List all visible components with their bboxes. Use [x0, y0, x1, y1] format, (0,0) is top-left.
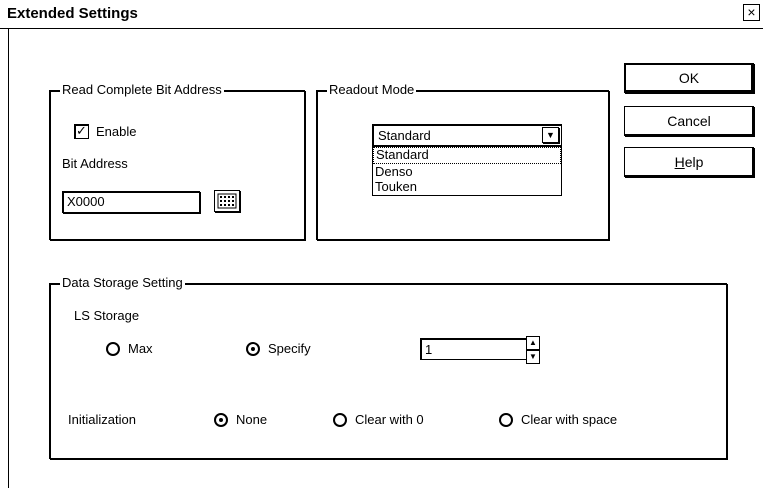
- keypad-icon: [217, 193, 237, 209]
- clear-with-0-radio[interactable]: [333, 413, 347, 427]
- specify-radio[interactable]: [246, 342, 260, 356]
- help-label: Help: [674, 154, 704, 170]
- clear-with-space-label: Clear with space: [521, 412, 618, 427]
- help-button[interactable]: Help: [624, 147, 754, 177]
- max-label: Max: [128, 341, 153, 356]
- radio-dot-icon: [251, 347, 255, 351]
- window-title: Extended Settings: [7, 5, 138, 22]
- spin-up-button[interactable]: ▲: [526, 336, 540, 350]
- readout-mode-select[interactable]: Standard ▼: [372, 124, 562, 146]
- dropdown-arrow-button[interactable]: ▼: [542, 127, 559, 143]
- ls-storage-label: LS Storage: [74, 308, 140, 323]
- enable-label: Enable: [96, 124, 137, 139]
- spin-down-button[interactable]: ▼: [526, 350, 540, 364]
- readout-mode-group: Readout Mode Standard ▼ Standard Denso T…: [316, 82, 609, 240]
- bit-address-value: X0000: [67, 194, 105, 209]
- dropdown-option-standard[interactable]: Standard: [373, 147, 561, 164]
- specify-number-input[interactable]: 1: [420, 338, 528, 360]
- read-complete-bit-address-group: Read Complete Bit Address ✓ Enable Bit A…: [49, 82, 305, 240]
- radio-dot-icon: [219, 418, 223, 422]
- bit-address-input[interactable]: X0000: [62, 191, 200, 213]
- readout-mode-legend: Readout Mode: [327, 82, 417, 97]
- readout-mode-value: Standard: [378, 128, 431, 143]
- dropdown-option-denso[interactable]: Denso: [373, 164, 561, 179]
- clear-with-0-label: Clear with 0: [355, 412, 424, 427]
- close-button[interactable]: ×: [743, 4, 760, 21]
- none-radio[interactable]: [214, 413, 228, 427]
- bit-address-label: Bit Address: [62, 156, 128, 171]
- max-radio[interactable]: [106, 342, 120, 356]
- spin-up-icon: ▲: [529, 338, 537, 347]
- specify-label: Specify: [268, 341, 311, 356]
- dropdown-option-touken[interactable]: Touken: [373, 179, 561, 194]
- keypad-button[interactable]: [214, 190, 240, 212]
- ok-button[interactable]: OK: [624, 63, 754, 93]
- cancel-button[interactable]: Cancel: [624, 106, 754, 136]
- data-storage-setting-legend: Data Storage Setting: [60, 275, 185, 290]
- readout-mode-dropdown-list: Standard Denso Touken: [372, 146, 562, 196]
- read-complete-bit-address-legend: Read Complete Bit Address: [60, 82, 224, 97]
- title-bar: Extended Settings ×: [0, 0, 763, 29]
- none-label: None: [236, 412, 268, 427]
- window-left-border: [8, 28, 9, 488]
- clear-with-space-radio[interactable]: [499, 413, 513, 427]
- chevron-down-icon: ▼: [546, 130, 555, 140]
- initialization-label: Initialization: [68, 412, 136, 427]
- data-storage-setting-group: Data Storage Setting LS Storage Max Spec…: [49, 275, 727, 459]
- specify-number-value: 1: [425, 342, 433, 357]
- checkmark-icon: ✓: [76, 123, 87, 138]
- spin-down-icon: ▼: [529, 352, 537, 361]
- enable-checkbox[interactable]: ✓: [74, 124, 89, 139]
